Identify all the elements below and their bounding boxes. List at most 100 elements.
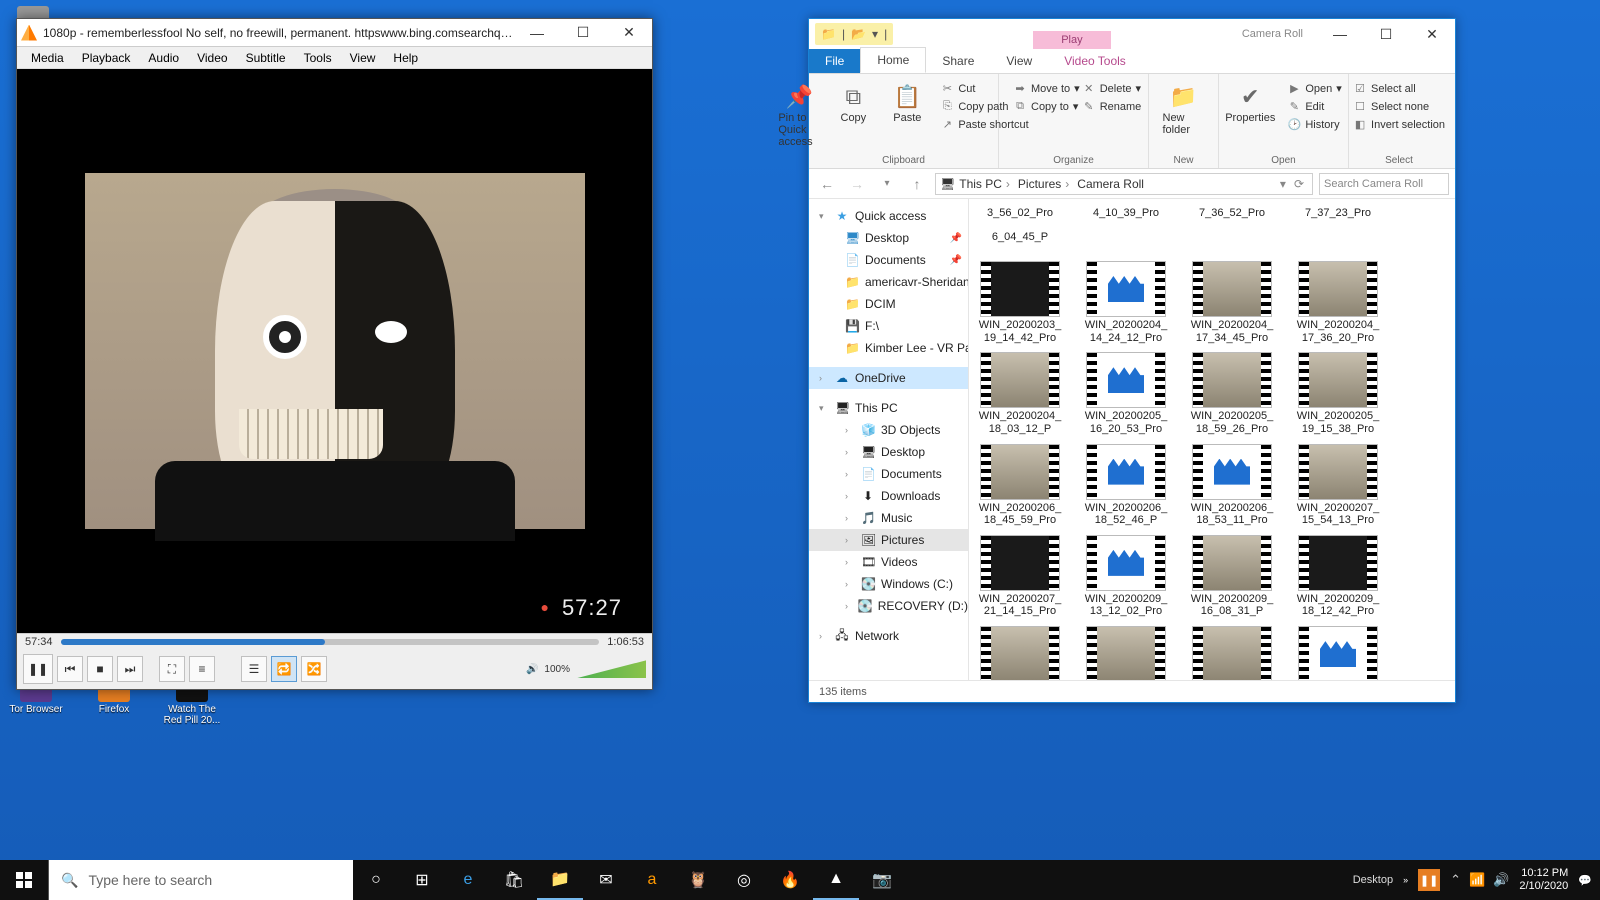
file-item[interactable]: WIN_20200210_18_21_18_Pro bbox=[1083, 626, 1169, 680]
file-item[interactable]: WIN_20200209_18_12_42_Pro bbox=[1295, 535, 1381, 618]
invert-selection-button[interactable]: ◧Invert selection bbox=[1347, 116, 1451, 133]
menu-help[interactable]: Help bbox=[385, 49, 426, 67]
menu-playback[interactable]: Playback bbox=[74, 49, 139, 67]
close-button[interactable]: ✕ bbox=[606, 19, 652, 47]
tripadvisor-icon[interactable]: 🦉 bbox=[675, 860, 721, 900]
vlc-taskbar-icon[interactable]: ▲ bbox=[813, 860, 859, 900]
total-duration[interactable]: 1:06:53 bbox=[607, 636, 644, 648]
nav-3d-objects[interactable]: ›🧊3D Objects bbox=[809, 419, 968, 441]
new-folder-button[interactable]: 📁New folder bbox=[1157, 78, 1211, 140]
tab-view[interactable]: View bbox=[990, 49, 1048, 73]
file-item[interactable]: WIN_20200203_19_14_42_Pro bbox=[977, 261, 1063, 344]
qat-dropdown-icon[interactable]: ▾ bbox=[870, 27, 880, 41]
mail-icon[interactable]: ✉ bbox=[583, 860, 629, 900]
amazon-icon[interactable]: a bbox=[629, 860, 675, 900]
desktop[interactable]: Re... A Re... D Sh... Ne... 'sub f... To… bbox=[0, 0, 1600, 900]
nav-this-pc[interactable]: ▾🖥This PC bbox=[809, 397, 968, 419]
tray-network-icon[interactable]: 📶 bbox=[1469, 872, 1485, 888]
pause-button[interactable]: ❚❚ bbox=[23, 654, 53, 684]
toolbar-chevron[interactable]: » bbox=[1403, 875, 1408, 885]
nav-quick-access[interactable]: ▾★Quick access bbox=[809, 205, 968, 227]
task-view-button[interactable]: ⊞ bbox=[399, 860, 445, 900]
file-item[interactable]: WIN_20200210_18_39_18_Pro bbox=[1189, 626, 1275, 680]
close-button[interactable]: ✕ bbox=[1409, 20, 1455, 48]
edge-icon[interactable]: e bbox=[445, 860, 491, 900]
minimize-button[interactable]: — bbox=[1317, 20, 1363, 48]
mute-button[interactable]: 🔊 bbox=[526, 664, 538, 675]
explorer-titlebar[interactable]: 📁 | 📂 ▾ | Play Camera Roll — ☐ ✕ bbox=[809, 19, 1455, 49]
store-icon[interactable]: 🛍 bbox=[491, 860, 537, 900]
app-icon[interactable]: ◎ bbox=[721, 860, 767, 900]
delete-button[interactable]: ✕Delete▾ bbox=[1076, 80, 1148, 97]
nav-drive-d[interactable]: ›💽RECOVERY (D:) bbox=[809, 595, 968, 617]
menu-audio[interactable]: Audio bbox=[140, 49, 187, 67]
rename-button[interactable]: ✎Rename bbox=[1076, 98, 1148, 115]
start-button[interactable] bbox=[0, 860, 48, 900]
nav-pictures[interactable]: ›🖼Pictures bbox=[809, 529, 968, 551]
file-item[interactable]: WIN_20200209_13_12_02_Pro bbox=[1083, 535, 1169, 618]
recent-locations-button[interactable]: ▾ bbox=[875, 172, 899, 196]
back-button[interactable]: ← bbox=[815, 172, 839, 196]
vlc-titlebar[interactable]: 1080p - rememberlessfool No self, no fre… bbox=[17, 19, 652, 47]
nav-documents[interactable]: ›📄Documents bbox=[809, 463, 968, 485]
edit-button[interactable]: ✎Edit bbox=[1281, 98, 1347, 115]
file-item[interactable]: 6_04_45_P bbox=[977, 229, 1063, 245]
file-item[interactable]: WIN_20200205_18_59_26_Pro bbox=[1189, 352, 1275, 435]
nav-folder[interactable]: 📁Kimber Lee - VR Pac bbox=[809, 337, 968, 359]
action-center-icon[interactable]: 💬 bbox=[1578, 874, 1592, 887]
app-icon[interactable]: 🔥 bbox=[767, 860, 813, 900]
nav-onedrive[interactable]: ›☁OneDrive bbox=[809, 367, 968, 389]
nav-videos[interactable]: ›🎞Videos bbox=[809, 551, 968, 573]
loop-button[interactable]: 🔁 bbox=[271, 656, 297, 682]
quick-access-toolbar[interactable]: 📁 | 📂 ▾ | bbox=[815, 23, 893, 45]
select-all-button[interactable]: ☑Select all bbox=[1347, 80, 1451, 97]
tab-video-tools[interactable]: Video Tools bbox=[1048, 49, 1142, 73]
taskbar-search[interactable]: 🔍 Type here to search bbox=[48, 860, 353, 900]
file-item[interactable]: WIN_20200204_14_24_12_Pro bbox=[1083, 261, 1169, 344]
taskbar-clock[interactable]: 10:12 PM2/10/2020 bbox=[1519, 867, 1568, 892]
cortana-button[interactable]: ○ bbox=[353, 860, 399, 900]
tray-overflow-icon[interactable]: ⌃ bbox=[1450, 872, 1461, 888]
copy-button[interactable]: ⧉Copy bbox=[826, 78, 880, 152]
file-item[interactable]: WIN_20200206_18_52_46_P bbox=[1083, 444, 1169, 527]
vlc-window[interactable]: 1080p - rememberlessfool No self, no fre… bbox=[16, 18, 653, 690]
refresh-button[interactable]: ⟳ bbox=[1290, 177, 1308, 191]
explorer-taskbar-icon[interactable]: 📁 bbox=[537, 860, 583, 900]
menu-media[interactable]: Media bbox=[23, 49, 72, 67]
explorer-window[interactable]: 📁 | 📂 ▾ | Play Camera Roll — ☐ ✕ File Ho… bbox=[808, 18, 1456, 703]
file-item[interactable]: WIN_20200205_19_15_38_Pro bbox=[1295, 352, 1381, 435]
qat-folder-icon[interactable]: 📂 bbox=[849, 27, 868, 41]
nav-drive[interactable]: 💾F:\ bbox=[809, 315, 968, 337]
search-input[interactable]: Search Camera Roll bbox=[1319, 173, 1449, 195]
playlist-button[interactable]: ☰ bbox=[241, 656, 267, 682]
properties-button[interactable]: ✔Properties bbox=[1219, 78, 1281, 133]
nav-network[interactable]: ›🖧Network bbox=[809, 625, 968, 647]
file-item[interactable]: WIN_20200204_18_03_12_P bbox=[977, 352, 1063, 435]
maximize-button[interactable]: ☐ bbox=[560, 19, 606, 47]
stop-button[interactable]: ■ bbox=[87, 656, 113, 682]
paste-button[interactable]: 📋Paste bbox=[880, 78, 934, 152]
file-item[interactable]: WIN_20200205_16_20_53_Pro bbox=[1083, 352, 1169, 435]
next-button[interactable]: ⏭ bbox=[117, 656, 143, 682]
file-item[interactable]: WIN_20200207_15_54_13_Pro bbox=[1295, 444, 1381, 527]
file-item[interactable]: 4_10_39_Pro bbox=[1083, 205, 1169, 221]
crumb-camera-roll[interactable]: Camera Roll bbox=[1073, 177, 1152, 191]
file-item[interactable]: WIN_20200207_21_14_15_Pro bbox=[977, 535, 1063, 618]
file-item[interactable]: WIN_20200209_16_08_31_P bbox=[1189, 535, 1275, 618]
nav-folder[interactable]: 📁DCIM bbox=[809, 293, 968, 315]
select-none-button[interactable]: ☐Select none bbox=[1347, 98, 1451, 115]
minimize-button[interactable]: — bbox=[514, 19, 560, 47]
file-item[interactable]: 7_37_23_Pro bbox=[1295, 205, 1381, 221]
nav-folder[interactable]: 📁americavr-Sheridan. bbox=[809, 271, 968, 293]
toolbar-desktop-label[interactable]: Desktop bbox=[1353, 874, 1393, 886]
nav-documents[interactable]: 📄Documents📌 bbox=[809, 249, 968, 271]
extended-settings-button[interactable]: ≡ bbox=[189, 656, 215, 682]
shuffle-button[interactable]: 🔀 bbox=[301, 656, 327, 682]
volume-slider[interactable] bbox=[576, 660, 646, 678]
navigation-pane[interactable]: ▾★Quick access 🖥Desktop📌 📄Documents📌 📁am… bbox=[809, 199, 969, 680]
up-button[interactable]: ↑ bbox=[905, 172, 929, 196]
file-item[interactable]: WIN_20200204_17_36_20_Pro bbox=[1295, 261, 1381, 344]
breadcrumbs[interactable]: 🖥 This PC Pictures Camera Roll ▾ ⟳ bbox=[935, 173, 1313, 195]
fullscreen-button[interactable]: ⛶ bbox=[159, 656, 185, 682]
vlc-video-area[interactable]: 57:27 bbox=[17, 69, 652, 633]
